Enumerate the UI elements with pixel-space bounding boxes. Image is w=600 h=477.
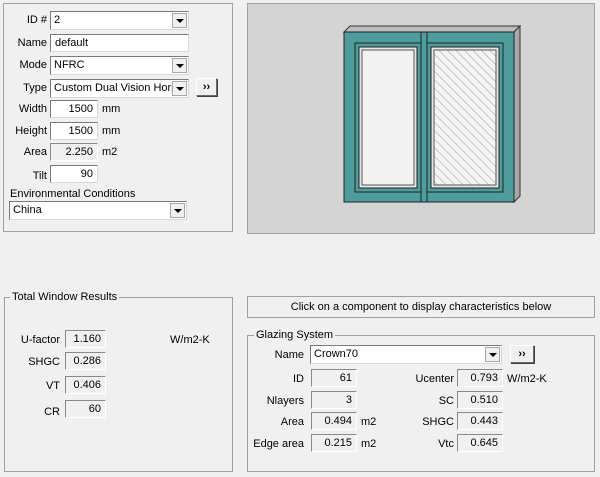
- id-select[interactable]: 2: [50, 11, 189, 30]
- glazing-area-unit: m2: [361, 416, 377, 428]
- environmental-conditions-label: Environmental Conditions: [10, 188, 136, 200]
- frame-side: [513, 24, 521, 204]
- type-select[interactable]: Custom Dual Vision Horiz: [50, 79, 189, 98]
- ucenter-unit: W/m2-K: [507, 373, 547, 385]
- ufactor-value: 1.160: [65, 330, 106, 348]
- cr-label: CR: [44, 406, 60, 418]
- glazing-area-label: Area: [280, 416, 304, 428]
- ucenter-value: 0.793: [457, 369, 503, 387]
- width-unit: mm: [102, 103, 121, 115]
- height-unit: mm: [102, 125, 121, 137]
- glazing-name-value: Crown70: [314, 348, 359, 360]
- shgc-value: 0.286: [65, 352, 106, 370]
- cr-value: 60: [65, 400, 106, 418]
- window-drawing[interactable]: [248, 4, 596, 235]
- name-label: Name: [17, 37, 47, 49]
- nlayers-label: Nlayers: [266, 395, 304, 407]
- glazing-name-select[interactable]: Crown70: [310, 345, 502, 364]
- edge-area-value: 0.215: [311, 434, 357, 452]
- vt-value: 0.406: [65, 376, 106, 394]
- area-value: 2.250: [50, 143, 98, 161]
- id-label: ID #: [26, 14, 47, 26]
- edge-area-label: Edge area: [253, 438, 304, 450]
- ufactor-unit: W/m2-K: [170, 334, 210, 346]
- chevron-down-icon[interactable]: [172, 58, 187, 73]
- shgc-label: SHGC: [28, 356, 60, 368]
- ufactor-label: U-factor: [20, 334, 60, 346]
- ucenter-label: Ucenter: [415, 373, 454, 385]
- glazing-name-label: Name: [274, 349, 304, 361]
- total-window-results-title: Total Window Results: [10, 291, 120, 303]
- glazing-details-button[interactable]: ››: [510, 345, 534, 363]
- environmental-conditions-value: China: [13, 204, 42, 216]
- glazing-system-title: Glazing System: [254, 329, 336, 341]
- width-field[interactable]: 1500: [50, 100, 98, 118]
- area-label: Area: [23, 146, 47, 158]
- area-unit: m2: [102, 146, 118, 158]
- tilt-label: Tilt: [32, 170, 47, 182]
- glazing-shgc-value: 0.443: [457, 412, 503, 430]
- width-label: Width: [18, 103, 47, 115]
- chevron-down-icon[interactable]: [485, 347, 500, 362]
- mode-select[interactable]: NFRC: [50, 56, 189, 75]
- vt-label: VT: [45, 380, 60, 392]
- id-select-value: 2: [54, 14, 61, 26]
- tilt-field[interactable]: 90: [50, 165, 98, 183]
- right-glass: [433, 49, 497, 186]
- chevron-down-icon[interactable]: [172, 81, 187, 96]
- mode-select-value: NFRC: [54, 59, 85, 71]
- component-hint-text: Click on a component to display characte…: [290, 301, 552, 313]
- glazing-shgc-label: SHGC: [422, 416, 454, 428]
- chevron-down-icon[interactable]: [172, 13, 187, 28]
- chevron-down-icon[interactable]: [170, 203, 185, 218]
- type-details-button[interactable]: ››: [196, 78, 217, 96]
- nlayers-value: 3: [311, 391, 357, 409]
- glazing-id-label: ID: [293, 373, 304, 385]
- name-field[interactable]: default: [50, 34, 189, 52]
- vtc-value: 0.645: [457, 434, 503, 452]
- sc-value: 0.510: [457, 391, 503, 409]
- sc-label: SC: [438, 395, 454, 407]
- height-field[interactable]: 1500: [50, 122, 98, 140]
- mode-label: Mode: [19, 59, 47, 71]
- vtc-label: Vtc: [438, 438, 454, 450]
- component-hint: Click on a component to display characte…: [247, 296, 595, 318]
- type-select-value: Custom Dual Vision Horiz: [54, 82, 180, 94]
- window-preview[interactable]: [247, 3, 595, 234]
- edge-area-unit: m2: [361, 438, 377, 450]
- left-glass: [361, 49, 415, 186]
- environmental-conditions-select[interactable]: China: [9, 201, 187, 220]
- glazing-area-value: 0.494: [311, 412, 357, 430]
- glazing-id-value: 61: [311, 369, 357, 387]
- height-label: Height: [15, 125, 47, 137]
- frame-depth: [342, 25, 522, 33]
- mullion: [420, 31, 428, 203]
- type-label: Type: [23, 82, 47, 94]
